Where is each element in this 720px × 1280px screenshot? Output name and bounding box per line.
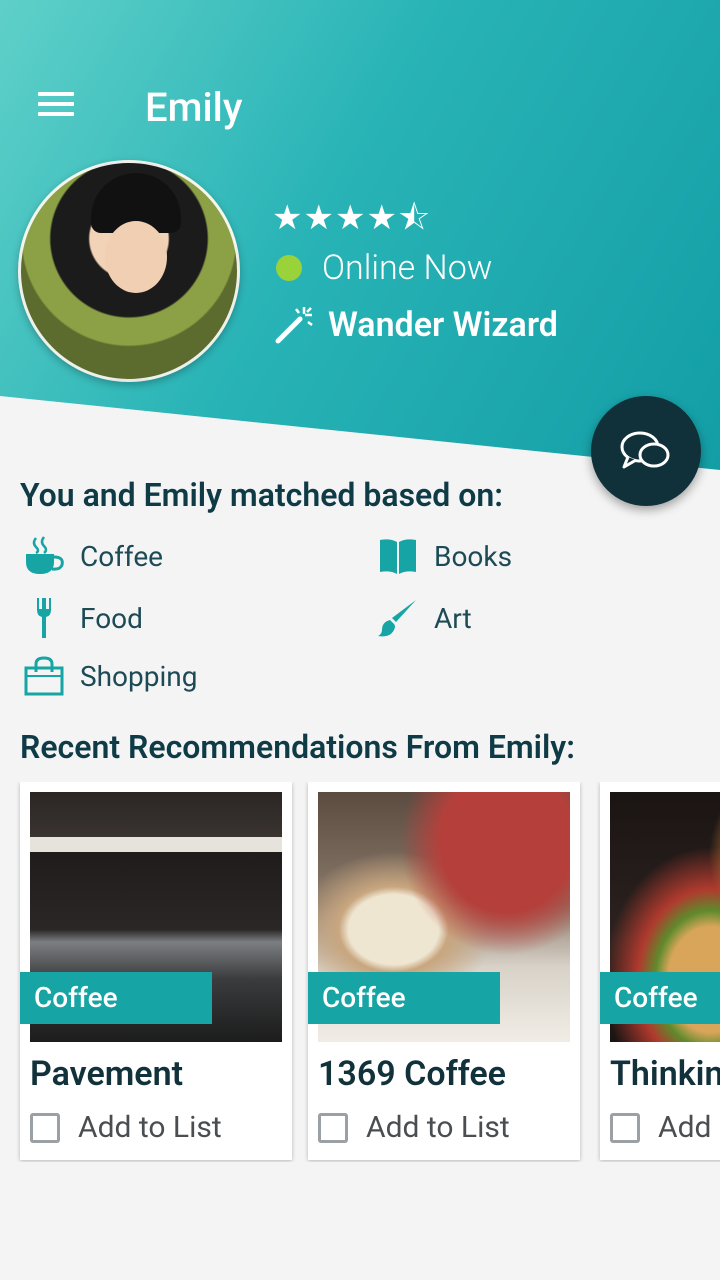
venue-name: Pavement (30, 1054, 183, 1094)
shopping-bag-icon (22, 654, 66, 698)
page-title: Emily (145, 84, 243, 131)
recommendation-card[interactable]: Coffee Pavement Add to List (20, 782, 292, 1160)
add-to-list-checkbox[interactable]: Add to List (30, 1110, 222, 1145)
matches-heading: You and Emily matched based on: (20, 476, 503, 514)
book-icon (376, 534, 420, 578)
coffee-cup-icon (22, 534, 66, 578)
category-tag: Coffee (308, 972, 500, 1024)
online-status: Online Now (276, 248, 492, 288)
fork-icon (22, 596, 66, 640)
checkbox-icon (30, 1112, 60, 1143)
match-books: Books (376, 534, 512, 578)
match-shopping: Shopping (22, 654, 197, 698)
recommendations-heading: Recent Recommendations From Emily: (20, 728, 575, 766)
avatar (18, 160, 240, 382)
checkbox-icon (610, 1112, 640, 1143)
venue-name: 1369 Coffee (318, 1054, 506, 1094)
match-food: Food (22, 596, 143, 640)
magic-wand-icon (275, 307, 313, 344)
venue-name: Thinkin (610, 1054, 720, 1094)
online-dot-icon (276, 255, 302, 281)
recommendation-card[interactable]: Coffee Thinkin Add (600, 782, 720, 1160)
add-to-list-checkbox[interactable]: Add to List (318, 1110, 510, 1145)
recommendations-carousel[interactable]: Coffee Pavement Add to List Coffee 1369 … (0, 782, 720, 1162)
paintbrush-icon (376, 596, 420, 640)
match-art: Art (376, 596, 472, 640)
user-badge: Wander Wizard (274, 305, 558, 345)
category-tag: Coffee (600, 972, 720, 1024)
menu-button[interactable] (38, 92, 74, 118)
add-to-list-checkbox[interactable]: Add (610, 1110, 711, 1145)
chat-bubbles-icon (620, 431, 670, 469)
menu-icon (38, 92, 74, 96)
category-tag: Coffee (20, 972, 212, 1024)
checkbox-icon (318, 1112, 348, 1143)
recommendation-card[interactable]: Coffee 1369 Coffee Add to List (308, 782, 580, 1160)
match-coffee: Coffee (22, 534, 163, 578)
rating-stars: ★★★★⯪ (272, 198, 432, 238)
chat-button[interactable] (591, 396, 701, 506)
